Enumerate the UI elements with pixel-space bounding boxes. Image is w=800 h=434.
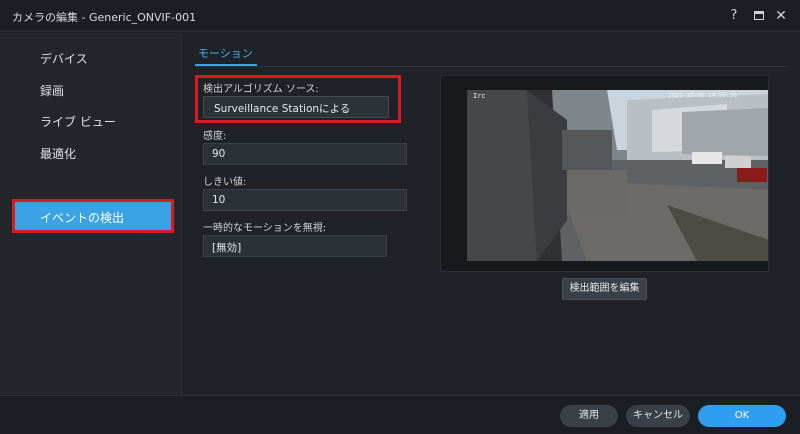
threshold-label: しきい値: [203, 177, 247, 188]
close-button[interactable]: ✕ [772, 7, 790, 25]
sidebar-item-device[interactable]: デバイス [40, 50, 88, 67]
apply-button[interactable]: 適用 [560, 405, 618, 427]
maximize-button[interactable] [750, 7, 768, 25]
camera-preview: Irc 2021-10-06 14:55:36 [440, 75, 769, 272]
ignore-motion-select[interactable]: [無効] [203, 235, 387, 257]
camera-overlay-label: Irc [473, 92, 486, 100]
tab-divider [195, 66, 787, 67]
sidebar: デバイス 録画 ライブ ビュー 最適化 イベントの検出 [0, 33, 182, 395]
sidebar-item-recording[interactable]: 録画 [40, 82, 64, 99]
tab-motion[interactable]: モーション [198, 45, 253, 61]
window-title: カメラの編集 - Generic_ONVIF-001 [12, 11, 197, 24]
cancel-button[interactable]: キャンセル [626, 405, 690, 427]
sidebar-item-event-detection[interactable]: イベントの検出 [12, 199, 174, 233]
sidebar-item-label: イベントの検出 [40, 211, 125, 225]
main-panel: モーション 検出アルゴリズム ソース: Surveillance Station… [183, 33, 800, 395]
camera-scene-image [467, 90, 768, 261]
sidebar-item-live-view[interactable]: ライブ ビュー [40, 113, 116, 130]
help-button[interactable]: ? [725, 7, 743, 25]
algorithm-source-select[interactable]: Surveillance Stationによる [203, 96, 389, 118]
sensitivity-label: 感度: [203, 131, 227, 142]
sidebar-item-optimization[interactable]: 最適化 [40, 145, 76, 162]
edit-detection-area-button[interactable]: 検出範囲を編集 [562, 278, 647, 300]
title-bar: カメラの編集 - Generic_ONVIF-001 ? ✕ [0, 0, 800, 32]
algorithm-source-label: 検出アルゴリズム ソース: [203, 84, 319, 95]
sensitivity-input[interactable]: 90 [203, 143, 407, 165]
ok-button[interactable]: OK [698, 405, 786, 427]
camera-overlay-timestamp: 2021-10-06 14:55:36 [668, 92, 737, 99]
maximize-icon [754, 11, 764, 20]
ignore-motion-label: 一時的なモーションを無視: [203, 223, 327, 234]
threshold-input[interactable]: 10 [203, 189, 407, 211]
footer: 適用 キャンセル OK [0, 395, 800, 434]
camera-snapshot: Irc 2021-10-06 14:55:36 [467, 90, 768, 261]
